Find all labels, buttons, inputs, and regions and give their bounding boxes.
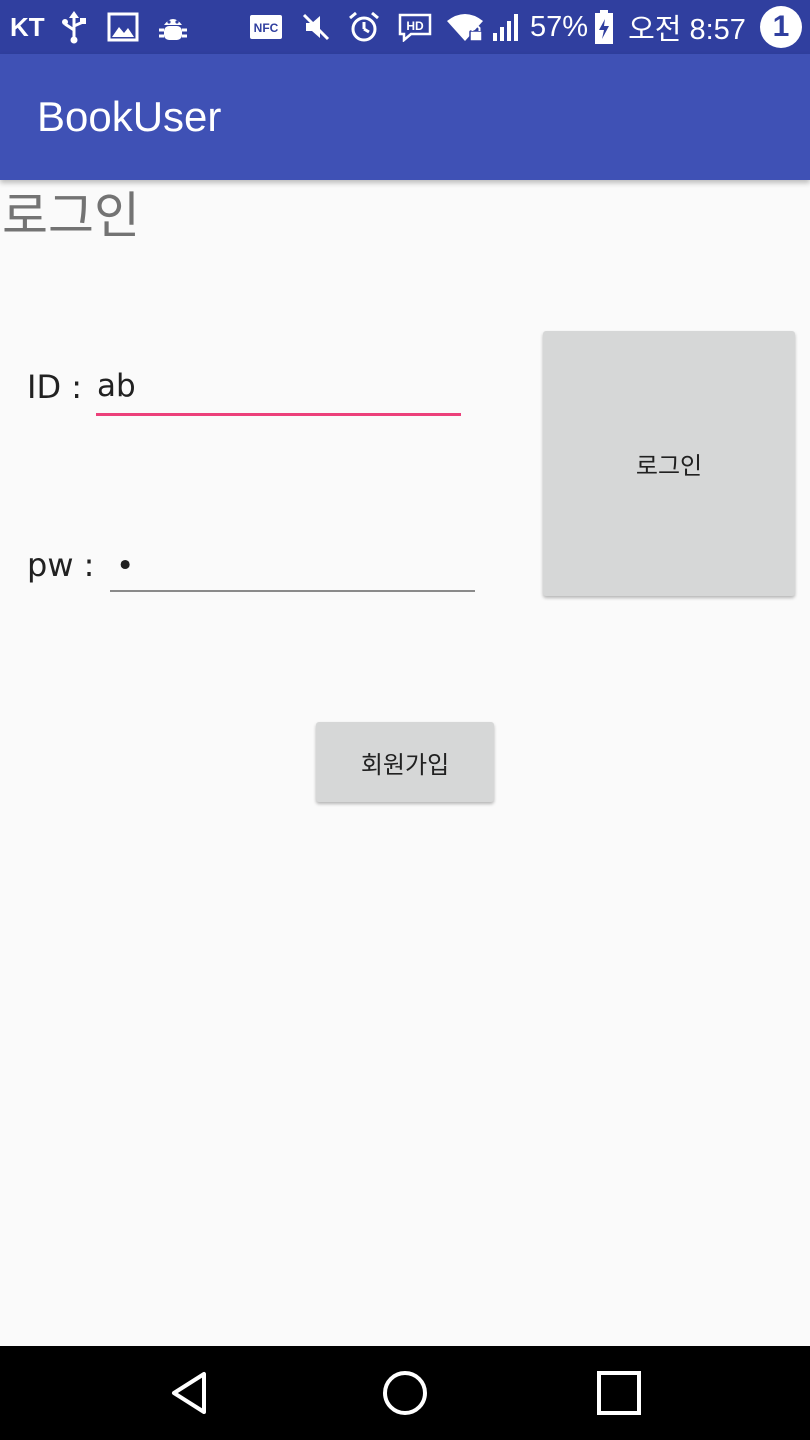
id-input[interactable]: ab bbox=[96, 366, 461, 416]
back-icon[interactable] bbox=[146, 1346, 236, 1440]
page-heading: 로그인 bbox=[2, 187, 140, 245]
password-input[interactable]: • bbox=[110, 546, 475, 592]
pw-label: pw : bbox=[27, 546, 95, 584]
id-label: ID : bbox=[27, 368, 83, 406]
notification-count-badge: 1 bbox=[760, 6, 802, 48]
recents-icon[interactable] bbox=[574, 1346, 664, 1440]
battery-percent: 57% bbox=[529, 10, 589, 43]
app-title: BookUser bbox=[37, 93, 222, 140]
wifi-icon bbox=[444, 0, 486, 54]
status-bar: KT NFC HD 57% 오전 8:57 1 bbox=[0, 0, 810, 54]
android-debug-icon bbox=[156, 0, 190, 54]
battery-icon bbox=[592, 0, 616, 54]
image-icon bbox=[106, 0, 140, 54]
svg-text:HD: HD bbox=[406, 19, 424, 33]
clock: 오전 8:57 bbox=[628, 14, 746, 46]
login-button[interactable]: 로그인 bbox=[543, 331, 795, 596]
carrier-label: KT bbox=[10, 11, 45, 42]
nfc-icon: NFC bbox=[248, 0, 284, 54]
hd-voice-icon: HD bbox=[396, 0, 434, 54]
app-bar: BookUser bbox=[0, 54, 810, 180]
home-icon[interactable] bbox=[360, 1346, 450, 1440]
mute-icon bbox=[298, 0, 334, 54]
alarm-icon bbox=[346, 0, 382, 54]
svg-text:NFC: NFC bbox=[254, 21, 279, 35]
usb-icon bbox=[58, 0, 90, 54]
signal-icon bbox=[490, 0, 524, 54]
navigation-bar bbox=[0, 1346, 810, 1440]
signup-button[interactable]: 회원가입 bbox=[316, 722, 494, 802]
